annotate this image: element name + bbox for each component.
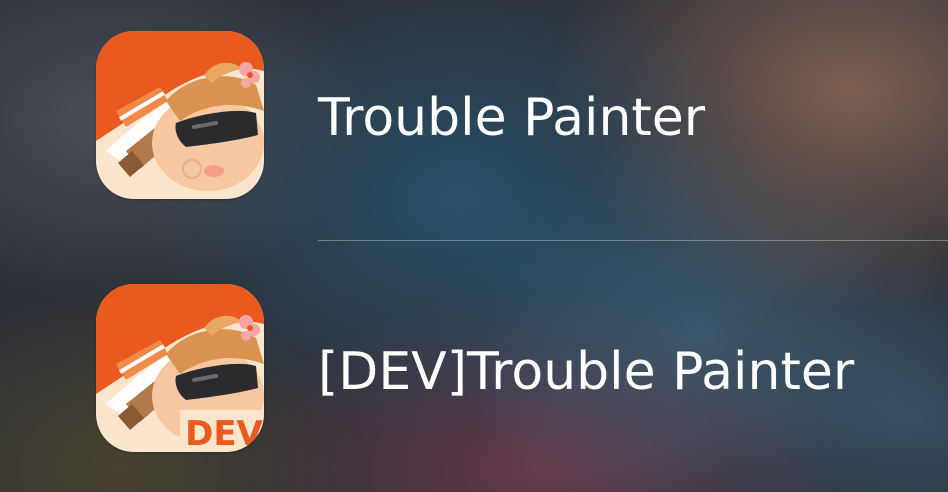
app-row-dev-trouble-painter[interactable]: DEV [DEV]Trouble Painter [0, 241, 948, 481]
app-row-trouble-painter[interactable]: Trouble Painter [0, 0, 948, 240]
trouble-painter-app-icon [96, 31, 264, 199]
app-name-label: [DEV]Trouble Painter [318, 342, 855, 402]
app-list: Trouble Painter DEV [DEV]Trouble Painter [0, 0, 948, 492]
dev-badge-text: DEV [185, 414, 263, 452]
app-name-label: Trouble Painter [318, 88, 706, 148]
trouble-painter-dev-app-icon: DEV [96, 284, 264, 452]
